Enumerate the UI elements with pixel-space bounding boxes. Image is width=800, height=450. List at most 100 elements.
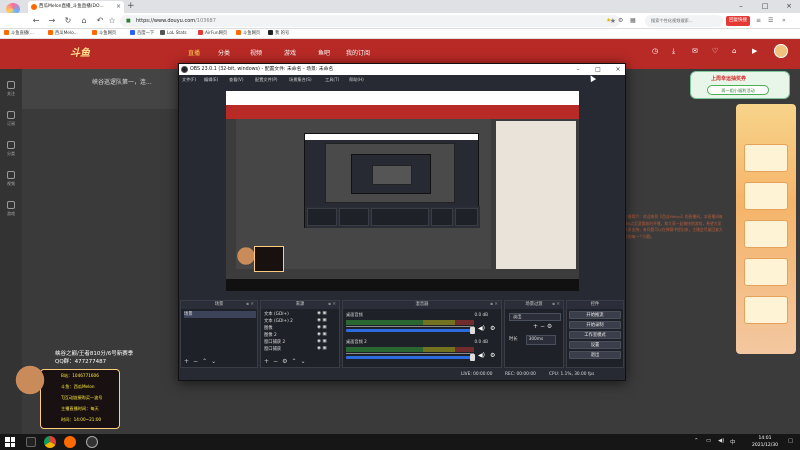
- category-rail-icon[interactable]: [7, 141, 15, 149]
- source-item[interactable]: 图像 2: [264, 332, 277, 339]
- source-item[interactable]: 文本 (GDI+): [264, 311, 289, 318]
- menu-tools[interactable]: 工具(T): [325, 75, 339, 84]
- bookmark-icon[interactable]: ☆: [106, 15, 118, 27]
- follow-icon[interactable]: ♡: [712, 47, 718, 55]
- grid-extension-icon[interactable]: ▦: [630, 16, 636, 26]
- move-up-icon[interactable]: ⌃: [202, 358, 211, 365]
- star-extension-icon[interactable]: ★: [606, 16, 611, 26]
- message-icon[interactable]: ✉: [692, 47, 698, 55]
- follow-rail-icon[interactable]: [7, 81, 15, 89]
- history-icon[interactable]: ◷: [652, 47, 658, 55]
- visibility-eye-icon[interactable]: ◉ ▣: [317, 332, 327, 337]
- tab-close-icon[interactable]: ×: [116, 1, 121, 13]
- close-window-icon[interactable]: ×: [781, 0, 797, 12]
- bookmark-item[interactable]: 斗鱼网页: [92, 29, 116, 39]
- game-rail-icon[interactable]: [7, 201, 15, 209]
- remove-source-icon[interactable]: −: [273, 358, 282, 365]
- browser-tab-active[interactable]: 西瓜Melon直播_斗鱼直播(DO... ×: [28, 1, 124, 13]
- back-icon[interactable]: ←: [30, 15, 42, 27]
- nav-game[interactable]: 游戏: [284, 48, 296, 57]
- speaker-icon[interactable]: ◀): [478, 325, 485, 332]
- ad-card[interactable]: [744, 220, 788, 248]
- play-icon[interactable]: ▶: [752, 47, 757, 55]
- maximize-icon[interactable]: □: [757, 0, 773, 12]
- channel-gear-icon[interactable]: ⚙: [490, 352, 495, 359]
- search-input[interactable]: 搜索个性化视频搜索...: [645, 15, 723, 27]
- settings-button[interactable]: 设置: [569, 341, 621, 349]
- visibility-eye-icon[interactable]: ◉ ▣: [317, 325, 327, 330]
- bookmark-item[interactable]: 斗鱼网页: [236, 29, 260, 39]
- gear-extension-icon[interactable]: ⚙: [618, 16, 623, 26]
- start-streaming-button[interactable]: 开始推流: [569, 311, 621, 319]
- bookmark-item[interactable]: AirFun网页: [198, 29, 227, 39]
- browser-taskbar-icon[interactable]: [64, 436, 76, 448]
- ad-card[interactable]: [744, 144, 788, 172]
- dock-menu-icon[interactable]: ▪ ✕: [328, 301, 336, 309]
- ad-card[interactable]: [744, 296, 788, 324]
- video-rail-icon[interactable]: [7, 171, 15, 179]
- dock-menu-icon[interactable]: ▪ ✕: [552, 301, 560, 309]
- nav-video[interactable]: 视频: [250, 48, 262, 57]
- visibility-eye-icon[interactable]: ◉ ▣: [317, 318, 327, 323]
- address-bar[interactable]: ■ https://www.douyu.com/103687 ★: [120, 15, 620, 27]
- nav-subscriptions[interactable]: 我的订阅: [346, 48, 370, 57]
- gift-icon[interactable]: ⌂: [732, 47, 736, 55]
- volume-slider-handle[interactable]: [470, 327, 475, 334]
- menu-edit[interactable]: 编辑(E): [204, 75, 218, 84]
- bookmark-item[interactable]: 斗鱼直播(...: [4, 29, 34, 39]
- exit-button[interactable]: 退出: [569, 351, 621, 359]
- move-down-icon[interactable]: ⌄: [211, 358, 220, 365]
- obs-preview[interactable]: [226, 91, 579, 291]
- source-item[interactable]: 窗口捕获 2: [264, 339, 285, 346]
- menu-icon[interactable]: ≡: [756, 16, 761, 26]
- user-avatar[interactable]: [774, 44, 788, 58]
- chevron-icon[interactable]: »: [782, 16, 786, 26]
- dock-menu-icon[interactable]: ▪ ✕: [490, 301, 498, 309]
- menu-file[interactable]: 文件(F): [182, 75, 196, 84]
- duration-input[interactable]: 300ms: [525, 335, 556, 345]
- obs-minimize-icon[interactable]: –: [569, 64, 587, 75]
- nav-category[interactable]: 分类: [218, 48, 230, 57]
- volume-slider[interactable]: [346, 356, 474, 359]
- source-item[interactable]: 窗口捕获: [264, 346, 281, 353]
- volume-icon[interactable]: ◀): [718, 438, 724, 444]
- obs-close-icon[interactable]: ×: [609, 64, 627, 75]
- download-icon[interactable]: ⤓: [672, 47, 675, 56]
- add-scene-icon[interactable]: +: [184, 358, 193, 365]
- visibility-eye-icon[interactable]: ◉ ▣: [317, 339, 327, 344]
- move-down-icon[interactable]: ⌄: [300, 358, 309, 365]
- volume-slider[interactable]: [346, 329, 474, 332]
- chrome-taskbar-icon[interactable]: [44, 436, 56, 448]
- promo-banner[interactable]: 上周幸运抽奖券 再一组小福利活动: [690, 71, 790, 99]
- menu-scene-collection[interactable]: 场景集合(S): [289, 75, 312, 84]
- dock-menu-icon[interactable]: ▪ ✕: [246, 301, 254, 309]
- new-tab-button[interactable]: +: [127, 0, 135, 12]
- bookmark-item[interactable]: LoL Stats: [160, 29, 187, 39]
- menu-profile[interactable]: 配置文件(P): [255, 75, 278, 84]
- source-item[interactable]: 文本 (GDI+) 2: [264, 318, 293, 325]
- subscribe-rail-icon[interactable]: [7, 111, 15, 119]
- menu-view[interactable]: 查看(V): [229, 75, 244, 84]
- task-view-icon[interactable]: [26, 437, 36, 447]
- visibility-eye-icon[interactable]: ◉ ▣: [317, 311, 327, 316]
- nav-yuba[interactable]: 鱼吧: [318, 48, 330, 57]
- minimize-icon[interactable]: –: [733, 0, 749, 12]
- ad-card[interactable]: [744, 182, 788, 210]
- remove-scene-icon[interactable]: −: [193, 358, 202, 365]
- undo-icon[interactable]: ↶: [94, 15, 106, 27]
- site-logo[interactable]: 斗鱼: [70, 44, 90, 59]
- ime-icon[interactable]: 中: [730, 438, 736, 446]
- menu-icon-2[interactable]: ☰: [768, 16, 773, 26]
- remove-transition-icon[interactable]: −: [540, 323, 545, 330]
- network-icon[interactable]: ▭: [706, 438, 711, 444]
- notification-icon[interactable]: ▢: [788, 438, 793, 444]
- bookmark-item[interactable]: 百度一下: [130, 29, 154, 39]
- home-icon[interactable]: ⌂: [78, 15, 90, 27]
- add-source-icon[interactable]: +: [264, 358, 273, 365]
- obs-taskbar-icon[interactable]: [86, 436, 98, 448]
- tray-chevron-icon[interactable]: ⌃: [694, 438, 699, 444]
- transition-gear-icon[interactable]: ⚙: [547, 323, 552, 330]
- speaker-icon[interactable]: ◀): [478, 352, 485, 359]
- taskbar-clock[interactable]: 14:01 2021/12/30: [745, 435, 785, 449]
- scene-item[interactable]: 场景: [184, 311, 256, 318]
